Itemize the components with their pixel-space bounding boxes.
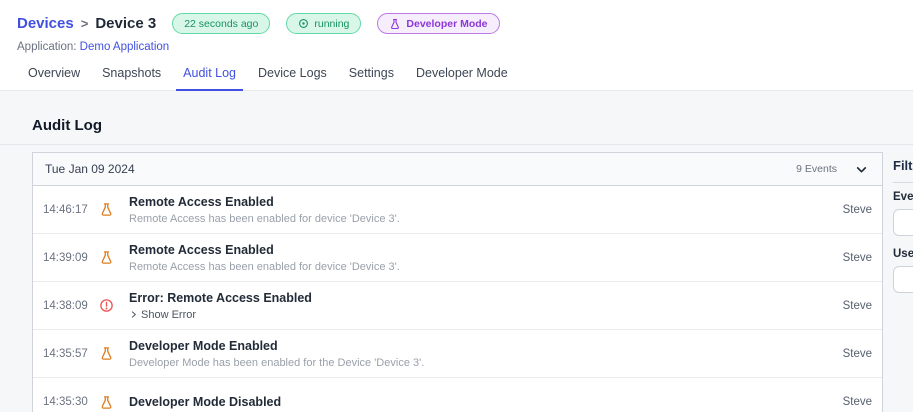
flask-icon bbox=[99, 202, 115, 217]
events-count: 9 Events bbox=[796, 163, 837, 175]
device-badges: 22 seconds ago running Developer Mode bbox=[172, 13, 500, 34]
developer-mode-badge: Developer Mode bbox=[377, 13, 500, 34]
event-title: Error: Remote Access Enabled bbox=[129, 290, 312, 305]
status-badge-label: running bbox=[314, 17, 350, 30]
breadcrumb-separator: > bbox=[80, 16, 89, 31]
breadcrumb: Devices > Device 3 22 seconds ago runnin… bbox=[17, 13, 913, 34]
chevron-right-icon bbox=[129, 310, 138, 319]
flask-icon bbox=[99, 250, 115, 265]
status-badge: running bbox=[286, 13, 362, 34]
content-area: Audit Log Tue Jan 09 2024 9 Events 14:46… bbox=[0, 91, 913, 412]
show-error-toggle[interactable]: Show Error bbox=[129, 309, 833, 321]
last-seen-badge: 22 seconds ago bbox=[172, 13, 271, 34]
event-type-label: Event Type bbox=[893, 191, 913, 203]
application-link[interactable]: Demo Application bbox=[80, 41, 170, 53]
error-icon bbox=[99, 298, 115, 313]
tab-device-logs[interactable]: Device Logs bbox=[251, 66, 334, 91]
event-user: Steve bbox=[842, 396, 872, 408]
filter-panel: Filter Event Type User bbox=[893, 152, 913, 305]
filter-heading: Filter bbox=[893, 158, 913, 173]
record-icon bbox=[298, 18, 309, 29]
event-title: Remote Access Enabled bbox=[129, 194, 274, 209]
table-row: 14:35:57 Developer Mode Enabled Develope… bbox=[33, 330, 882, 378]
filter-divider bbox=[893, 182, 913, 183]
application-row: Application: Demo Application bbox=[17, 41, 913, 53]
breadcrumb-current-device: Device 3 bbox=[95, 15, 157, 32]
page-title: Audit Log bbox=[32, 117, 102, 134]
show-error-label: Show Error bbox=[141, 308, 197, 321]
tab-overview[interactable]: Overview bbox=[21, 66, 87, 91]
table-row: 14:35:30 Developer Mode Disabled Steve bbox=[33, 378, 882, 412]
application-label: Application: bbox=[17, 41, 77, 53]
event-time: 14:38:09 bbox=[43, 299, 88, 312]
tab-bar: Overview Snapshots Audit Log Device Logs… bbox=[0, 66, 913, 91]
developer-mode-badge-label: Developer Mode bbox=[406, 17, 488, 30]
date-group-header: Tue Jan 09 2024 9 Events bbox=[33, 153, 882, 186]
tab-snapshots[interactable]: Snapshots bbox=[95, 66, 168, 91]
event-title: Remote Access Enabled bbox=[129, 242, 274, 257]
group-date-label: Tue Jan 09 2024 bbox=[45, 162, 135, 176]
breadcrumb-devices-link[interactable]: Devices bbox=[17, 15, 74, 32]
page-header: Devices > Device 3 22 seconds ago runnin… bbox=[0, 0, 913, 91]
event-description: Remote Access has been enabled for devic… bbox=[129, 212, 400, 225]
event-user: Steve bbox=[842, 251, 872, 264]
tab-settings[interactable]: Settings bbox=[342, 66, 401, 91]
table-row: 14:38:09 Error: Remote Access Enabled Sh… bbox=[33, 282, 882, 330]
event-type-input[interactable] bbox=[893, 209, 913, 236]
event-title: Developer Mode Enabled bbox=[129, 338, 278, 353]
audit-log-table: Tue Jan 09 2024 9 Events 14:46:17 Remote… bbox=[32, 152, 883, 412]
event-title: Developer Mode Disabled bbox=[129, 395, 282, 409]
event-user: Steve bbox=[842, 347, 872, 360]
event-user: Steve bbox=[842, 299, 872, 312]
flask-icon bbox=[389, 18, 401, 30]
event-time: 14:35:30 bbox=[43, 396, 88, 408]
table-row: 14:39:09 Remote Access Enabled Remote Ac… bbox=[33, 234, 882, 282]
flask-icon bbox=[99, 346, 115, 361]
tab-developer-mode[interactable]: Developer Mode bbox=[409, 66, 515, 91]
flask-icon bbox=[99, 395, 115, 410]
event-description: Developer Mode has been enabled for the … bbox=[129, 356, 425, 369]
event-time: 14:35:57 bbox=[43, 347, 88, 360]
event-user: Steve bbox=[842, 203, 872, 216]
last-seen-badge-label: 22 seconds ago bbox=[184, 17, 259, 30]
event-time: 14:39:09 bbox=[43, 251, 88, 264]
table-row: 14:46:17 Remote Access Enabled Remote Ac… bbox=[33, 186, 882, 234]
user-label: User bbox=[893, 248, 913, 260]
event-time: 14:46:17 bbox=[43, 203, 88, 216]
event-description: Remote Access has been enabled for devic… bbox=[129, 260, 400, 273]
tab-audit-log[interactable]: Audit Log bbox=[176, 66, 243, 91]
collapse-group-button[interactable] bbox=[853, 161, 870, 178]
chevron-down-icon bbox=[855, 163, 868, 176]
heading-divider bbox=[0, 144, 913, 145]
user-input[interactable] bbox=[893, 266, 913, 293]
